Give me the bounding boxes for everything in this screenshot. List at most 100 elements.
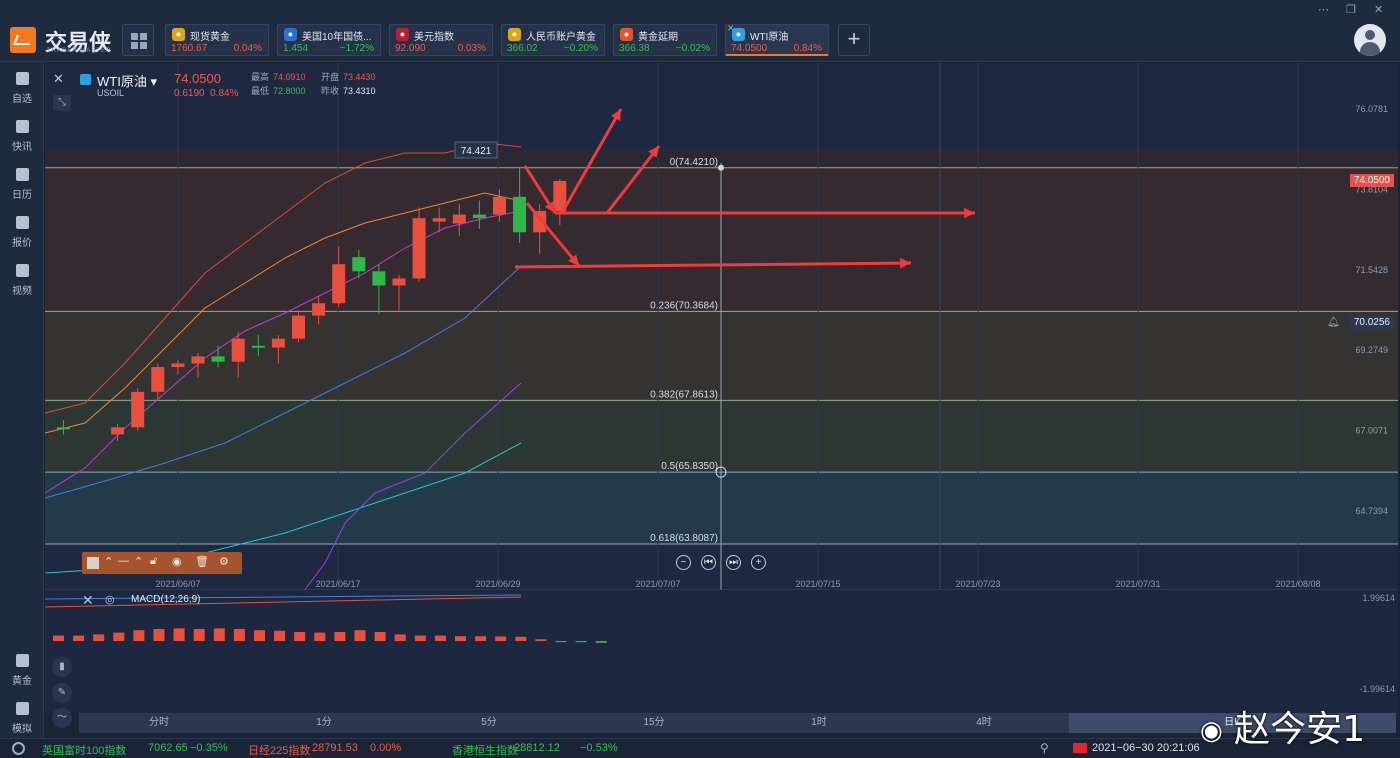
settings-icon[interactable]: ⚙︎ (219, 555, 229, 568)
quote-tab[interactable]: ● 现货黄金 1760.67 0.04% (165, 24, 269, 56)
stat-high: 最高 74.0910 (251, 72, 306, 82)
close-indicator-icon[interactable]: ✕ (82, 592, 94, 609)
chevron-up-icon-2[interactable]: ⌃ (134, 555, 143, 568)
headset-icon[interactable] (12, 742, 25, 755)
weibo-logo-icon: ◉ (1200, 716, 1223, 746)
macd-bar (193, 629, 205, 641)
sidebar-item-label: 报价 (12, 238, 32, 249)
quote-tab[interactable]: ✕ ● WTI原油 74.0500 0.84% (725, 23, 829, 56)
macd-bar (73, 635, 85, 641)
timeframe-tab[interactable]: 5分 (409, 713, 569, 733)
step-back-button[interactable]: ⏮︎ (701, 555, 716, 570)
indicator-settings-icon[interactable]: ◎ (105, 593, 115, 606)
chart-panel[interactable]: 0(74.4210) 0.236(70.3684) 0.382(67.8613) 0.… (45, 63, 1398, 713)
instrument-code: USOIL (97, 88, 125, 98)
eye-icon[interactable]: ◉ (172, 555, 182, 568)
bell-icon[interactable]: 🔔︎ (1327, 317, 1340, 328)
timeframe-tab[interactable]: 4时 (904, 713, 1064, 733)
tab-change: −0.02% (675, 43, 710, 54)
timeframe-tab[interactable]: 1分 (244, 713, 404, 733)
macd-bar (153, 629, 165, 641)
candle-body (513, 196, 527, 233)
tab-change: −0.20% (563, 43, 598, 54)
macd-bar (555, 641, 567, 643)
macd-bar (495, 636, 507, 641)
macd-bar (294, 632, 306, 641)
ticker-name[interactable]: 日经225指数 (248, 742, 310, 758)
logo-icon (10, 27, 36, 53)
macd-bar (394, 634, 406, 641)
date-tick: 2021/06/07 (155, 579, 200, 589)
bookmark-icon (15, 72, 29, 85)
trend-tool-icon[interactable]: 〜 (52, 708, 72, 728)
indicator-tool-icon[interactable]: ▮ (52, 657, 72, 677)
lock-icon[interactable]: 🔓︎ (150, 555, 157, 568)
close-window-icon[interactable]: ✕ (1374, 3, 1383, 16)
sidebar-item-label: 视频 (12, 286, 32, 297)
macd-bar (113, 632, 125, 641)
candle-body (231, 338, 245, 362)
sidebar-item[interactable]: 报价 (0, 212, 44, 256)
tab-price: 74.0500 (731, 43, 768, 54)
sidebar-item[interactable]: 黄金 (0, 650, 44, 694)
satellite-icon[interactable]: ⚲ (1040, 741, 1049, 755)
macd-bar (434, 635, 446, 641)
tab-price: 1.454 (283, 43, 309, 54)
zoom-out-button[interactable]: − (676, 555, 691, 570)
sidebar-item[interactable]: 视频 (0, 260, 44, 304)
sidebar-item[interactable]: 日历 (0, 164, 44, 208)
timeframe-tab[interactable]: 1时 (739, 713, 899, 733)
quote-tab[interactable]: ● 黄金延期 366.38 −0.02% (613, 24, 717, 56)
ticker-change: 0.00% (370, 742, 402, 754)
tab-change: −1.72% (339, 43, 374, 54)
quote-tab[interactable]: ● 美国10年国债... 1.454 −1.72% (277, 24, 381, 56)
ticker-price: 28812.12 (514, 742, 560, 754)
macd-bar (374, 632, 386, 641)
zoom-in-button[interactable]: + (751, 555, 766, 570)
candle-body (131, 391, 145, 428)
candle-body (432, 218, 446, 222)
macd-bar (254, 630, 265, 641)
ticker-name[interactable]: 英国富时100指数 (42, 742, 126, 758)
tab-change: 0.84% (793, 43, 822, 54)
fib-label: 0(74.4210) (670, 157, 718, 168)
gold-icon (15, 654, 29, 667)
timeframe-tab[interactable]: 15分 (574, 713, 734, 733)
step-forward-button[interactable]: ⏭︎ (726, 555, 741, 570)
price-chart[interactable]: 0(74.4210) 0.236(70.3684) 0.382(67.8613) 0.… (45, 63, 1398, 713)
draw-tool-icon[interactable]: ✎ (52, 683, 72, 703)
user-avatar[interactable] (1354, 24, 1386, 56)
layout-grid-button[interactable] (122, 24, 154, 56)
current-price-tag: 74.0500 (1349, 174, 1394, 187)
sidebar-item[interactable]: 模拟 (0, 698, 44, 742)
add-tab-button[interactable]: + (838, 24, 870, 56)
tab-change: 0.03% (457, 43, 486, 54)
restore-window-icon[interactable]: ❐ (1346, 3, 1356, 16)
macd-bar (133, 630, 145, 641)
trash-icon[interactable]: 🗑︎ (195, 555, 209, 568)
fib-label: 0.236(70.3684) (650, 300, 718, 311)
candle-body (292, 315, 305, 339)
anchor-point (718, 164, 724, 171)
macd-bar (575, 641, 587, 643)
line-style-icon[interactable]: — (118, 555, 129, 567)
close-chart-icon[interactable]: ✕ (53, 71, 64, 87)
timeframe-tab[interactable]: 分时 (79, 713, 239, 733)
oil-icon (80, 74, 91, 85)
sidebar-item-label: 日历 (12, 190, 32, 201)
sidebar-item-label: 黄金 (12, 676, 32, 687)
tab-price: 366.38 (619, 43, 650, 54)
color-swatch[interactable] (87, 557, 99, 569)
menu-icon[interactable]: ⋯ (1318, 3, 1329, 16)
drawing-toolbar[interactable]: ⌃ — ⌃ 🔓︎ ◉ 🗑︎ ⚙︎ (82, 552, 242, 574)
sidebar-item[interactable]: 自选 (0, 68, 44, 112)
quote-tab[interactable]: ● 美元指数 92.090 0.03% (389, 24, 493, 56)
tab-name: WTI原油 (750, 32, 789, 43)
quote-tab[interactable]: ● 人民币账户黄金 366.02 −0.20% (501, 24, 605, 56)
trend-icon (15, 216, 29, 229)
ticker-price: 7062.65 (148, 742, 188, 754)
collapse-icon[interactable]: ⤡ (53, 95, 71, 111)
ticker-name[interactable]: 香港恒生指数 (452, 742, 518, 758)
sidebar-item[interactable]: 快讯 (0, 116, 44, 160)
chevron-up-icon[interactable]: ⌃ (104, 555, 113, 568)
